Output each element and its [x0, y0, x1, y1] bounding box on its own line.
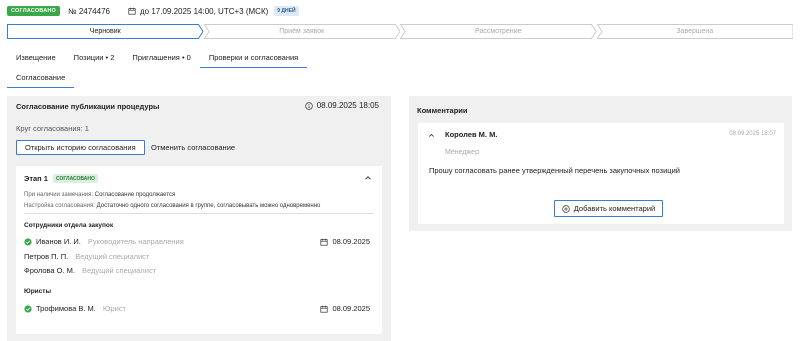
tab-checks-approvals[interactable]: Проверки и согласования	[199, 52, 308, 68]
cancel-approval-button[interactable]: Отменить согласование	[151, 140, 235, 155]
approver-role: Юрист	[102, 304, 126, 313]
add-comment-label: Добавить комментарий	[573, 204, 656, 213]
stage-card: Этап 1 СОГЛАСОВАНО При наличии замечания…	[16, 166, 382, 334]
tab-notice[interactable]: Извещение	[7, 52, 65, 68]
step-label: Приём заявок	[279, 28, 325, 35]
approver-role: Ведущий специалист	[82, 266, 157, 275]
step-applications: Приём заявок	[203, 24, 400, 39]
comment-time: 08.09.2025 18:07	[729, 131, 776, 137]
approver-name: Трофимова В. М.	[36, 304, 96, 313]
check-circle-icon	[24, 304, 32, 313]
chevron-up-icon[interactable]	[428, 132, 435, 139]
step-label: Завершена	[676, 28, 714, 35]
approver-role: Руководитель направления	[87, 237, 184, 246]
comment-text: Прошу согласовать ранее утвержденный пер…	[429, 166, 680, 175]
approver-date: 08.09.2025	[320, 304, 370, 313]
procedure-stepper: Черновик Приём заявок Рассмотрение Завер…	[7, 24, 793, 39]
approver-role: Ведущий специалист	[75, 252, 150, 261]
comment-author: Королев М. М.	[445, 130, 498, 139]
step-label: Рассмотрение	[474, 28, 522, 35]
approval-date-text: 08.09.2025 18:05	[316, 101, 379, 110]
deadline-text: до 17.09.2025 14:00, UTC+3 (МСК)	[139, 6, 269, 16]
comments-panel: Комментарии Королев М. М. 08.09.2025 18:…	[409, 96, 792, 231]
procedure-number: № 2474476	[68, 6, 110, 16]
chevron-up-icon[interactable]	[364, 174, 372, 182]
tab-invitations[interactable]: Приглашения • 0	[123, 52, 199, 68]
comments-title: Комментарии	[417, 106, 468, 115]
tab-bar: Извещение Позиции • 2 Приглашения • 0 Пр…	[7, 52, 308, 68]
add-comment-button[interactable]: Добавить комментарий	[554, 200, 663, 217]
calendar-icon	[320, 238, 329, 246]
subtab-bar: Согласование	[7, 71, 75, 88]
procedure-header: СОГЛАСОВАНО № 2474476 до 17.09.2025 14:0…	[7, 5, 299, 17]
approver-date-text: 08.09.2025	[332, 304, 370, 313]
stage-title: Этап 1	[24, 174, 48, 183]
approver-name: Фролова О. М.	[24, 266, 75, 275]
calendar-icon	[128, 7, 136, 15]
status-badge: СОГЛАСОВАНО	[7, 6, 61, 16]
step-completed: Завершена	[596, 24, 793, 39]
remark-key: При наличии замечания:	[24, 192, 94, 198]
approver-row: Фролова О. М. Ведущий специалист	[24, 266, 156, 275]
approver-date: 08.09.2025	[320, 237, 370, 246]
approver-row: Трофимова В. М. Юрист	[24, 304, 126, 313]
open-history-button[interactable]: Открыть историю согласования	[16, 140, 145, 155]
group-title-lawyers: Юристы	[24, 288, 52, 295]
approval-date: 08.09.2025 18:05	[304, 101, 379, 110]
comment-card: Королев М. М. 08.09.2025 18:07 Менеджер …	[418, 123, 784, 224]
approval-panel: Согласование публикации процедуры 08.09.…	[7, 96, 391, 341]
setting-key: Настройка согласования:	[24, 203, 95, 209]
stage-status-badge: СОГЛАСОВАНО	[52, 174, 98, 183]
divider	[24, 213, 374, 214]
tab-positions[interactable]: Позиции • 2	[65, 52, 124, 68]
comment-author-role: Менеджер	[445, 149, 479, 156]
subtab-approval[interactable]: Согласование	[7, 71, 75, 88]
step-draft: Черновик	[7, 24, 204, 39]
approver-name: Петров П. П.	[24, 252, 69, 261]
plus-circle-icon	[562, 204, 570, 213]
approval-round: Круг согласования: 1	[16, 124, 89, 133]
remark-setting: При наличии замечания: Согласование прод…	[24, 192, 175, 198]
days-left-badge: 9 ДНЕЙ	[274, 6, 299, 16]
remark-value: Согласование продолжается	[94, 192, 176, 198]
group-title-procurement: Сотрудники отдела закупок	[24, 222, 114, 229]
step-review: Рассмотрение	[400, 24, 597, 39]
deadline: до 17.09.2025 14:00, UTC+3 (МСК) 9 ДНЕЙ	[128, 6, 299, 16]
approver-row: Петров П. П. Ведущий специалист	[24, 252, 149, 261]
approval-setting: Настройка согласования: Достаточно одног…	[24, 203, 320, 209]
check-circle-icon	[24, 237, 32, 246]
approver-row: Иванов И. И. Руководитель направления	[24, 237, 184, 246]
approval-title: Согласование публикации процедуры	[16, 102, 160, 111]
calendar-icon	[320, 305, 329, 313]
approver-date-text: 08.09.2025	[332, 237, 370, 246]
info-icon[interactable]	[304, 101, 313, 110]
setting-value: Достаточно одного согласования в группе,…	[96, 203, 321, 209]
step-label: Черновик	[89, 28, 121, 35]
stage-header: Этап 1 СОГЛАСОВАНО	[24, 174, 98, 183]
approver-name: Иванов И. И.	[36, 237, 81, 246]
